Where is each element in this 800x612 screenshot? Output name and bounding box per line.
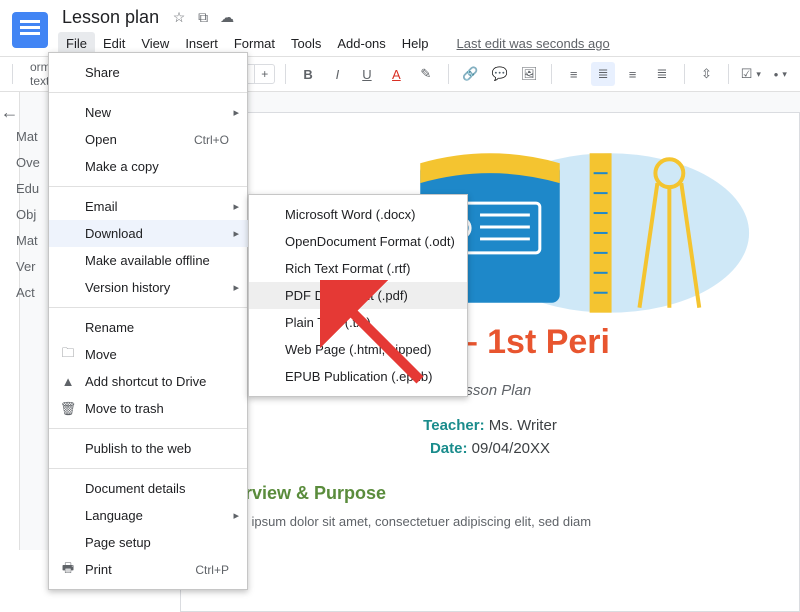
last-edit-link[interactable]: Last edit was seconds ago — [449, 32, 618, 55]
outline-item[interactable]: Ove — [16, 150, 48, 176]
underline-button[interactable]: U — [355, 62, 378, 86]
docs-logo[interactable] — [12, 12, 48, 48]
move-folder-icon[interactable]: ⧉ — [195, 10, 211, 26]
insert-comment-button[interactable]: 💬 — [488, 62, 511, 86]
align-right-button[interactable]: ≡ — [621, 62, 644, 86]
menu-item-email[interactable]: Email — [49, 193, 249, 220]
submenu-item-pdf[interactable]: PDF Document (.pdf) — [249, 282, 467, 309]
menu-item-open[interactable]: OpenCtrl+O — [49, 126, 249, 153]
menu-item-share[interactable]: Share — [49, 59, 249, 86]
font-size-increase[interactable]: + — [255, 65, 274, 83]
submenu-item-rtf[interactable]: Rich Text Format (.rtf) — [249, 255, 467, 282]
drive-shortcut-icon: ▲ — [59, 374, 77, 389]
folder-icon: 🗀 — [59, 344, 77, 366]
cloud-status-icon[interactable]: ☁ — [219, 10, 235, 26]
document-outline: Mat Ove Edu Obj Mat Ver Act — [16, 124, 48, 306]
align-left-button[interactable]: ≡ — [562, 62, 585, 86]
teacher-label: Teacher: — [423, 417, 484, 434]
insert-link-button[interactable]: 🔗 — [459, 62, 482, 86]
checklist-button[interactable]: ☑ — [739, 62, 762, 86]
doc-heading-2[interactable]: Overview & Purpose — [211, 483, 769, 504]
outline-item[interactable]: Ver — [16, 254, 48, 280]
menu-item-rename[interactable]: Rename — [49, 314, 249, 341]
outline-item[interactable]: Edu — [16, 176, 48, 202]
bulleted-list-button[interactable]: • — [769, 62, 792, 86]
submenu-item-epub[interactable]: EPUB Publication (.epub) — [249, 363, 467, 390]
menu-item-version-history[interactable]: Version history — [49, 274, 249, 301]
menu-addons[interactable]: Add-ons — [329, 32, 393, 55]
italic-button[interactable]: I — [326, 62, 349, 86]
text-color-button[interactable]: A — [385, 62, 408, 86]
insert-image-button[interactable]: 🖼 — [517, 62, 540, 86]
menu-item-doc-details[interactable]: Document details — [49, 475, 249, 502]
star-icon[interactable]: ☆ — [171, 10, 187, 26]
submenu-item-odt[interactable]: OpenDocument Format (.odt) — [249, 228, 467, 255]
trash-icon: 🗑 — [59, 401, 77, 417]
back-arrow-icon[interactable]: ← — [1, 102, 19, 122]
submenu-item-txt[interactable]: Plain Text (.txt) — [249, 309, 467, 336]
teacher-value: Ms. Writer — [485, 417, 557, 434]
submenu-item-html[interactable]: Web Page (.html, zipped) — [249, 336, 467, 363]
menu-item-language[interactable]: Language — [49, 502, 249, 529]
print-icon: 🖶 — [59, 559, 77, 581]
date-value: 09/04/20XX — [467, 440, 550, 457]
menu-item-make-offline[interactable]: Make available offline — [49, 247, 249, 274]
menu-item-print[interactable]: 🖶PrintCtrl+P — [49, 556, 249, 583]
outline-item[interactable]: Act — [16, 280, 48, 306]
outline-item[interactable]: Mat — [16, 228, 48, 254]
menu-item-publish[interactable]: Publish to the web — [49, 435, 249, 462]
menu-help[interactable]: Help — [394, 32, 437, 55]
outline-item[interactable]: Obj — [16, 202, 48, 228]
menu-item-move[interactable]: 🗀Move — [49, 341, 249, 368]
menu-item-move-to-trash[interactable]: 🗑Move to trash — [49, 395, 249, 422]
menu-item-new[interactable]: New — [49, 99, 249, 126]
menu-item-page-setup[interactable]: Page setup — [49, 529, 249, 556]
line-spacing-button[interactable]: ⇳ — [695, 62, 718, 86]
menu-tools[interactable]: Tools — [283, 32, 329, 55]
document-title[interactable]: Lesson plan — [58, 5, 163, 30]
date-label: Date: — [430, 440, 468, 457]
file-menu: Share New OpenCtrl+O Make a copy Email D… — [48, 52, 248, 590]
outline-item[interactable]: Mat — [16, 124, 48, 150]
menu-item-download[interactable]: Download — [49, 220, 249, 247]
menu-item-add-shortcut[interactable]: ▲Add shortcut to Drive — [49, 368, 249, 395]
menu-item-make-copy[interactable]: Make a copy — [49, 153, 249, 180]
align-center-button[interactable]: ≣ — [591, 62, 614, 86]
align-justify-button[interactable]: ≣ — [650, 62, 673, 86]
submenu-item-docx[interactable]: Microsoft Word (.docx) — [249, 201, 467, 228]
bold-button[interactable]: B — [296, 62, 319, 86]
highlight-button[interactable]: ✎ — [414, 62, 437, 86]
doc-body-text[interactable]: Lorem ipsum dolor sit amet, consectetuer… — [211, 514, 769, 529]
download-submenu: Microsoft Word (.docx) OpenDocument Form… — [248, 194, 468, 397]
